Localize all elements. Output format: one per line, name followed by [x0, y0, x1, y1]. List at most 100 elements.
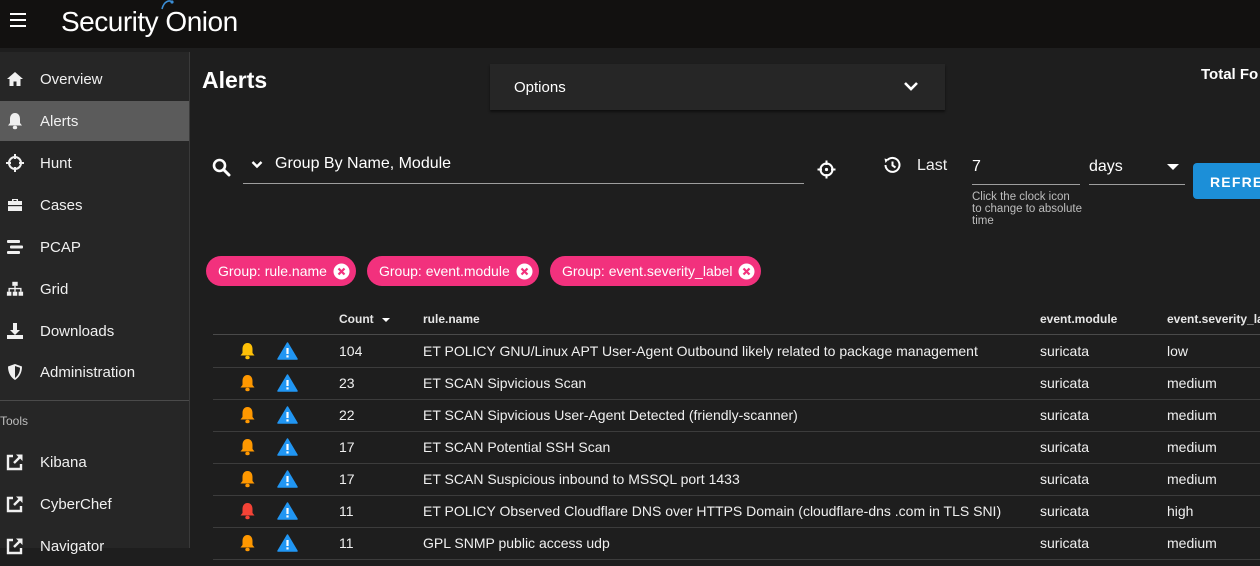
- sidebar-item-kibana[interactable]: Kibana: [0, 442, 189, 482]
- refresh-button[interactable]: REFRE: [1193, 163, 1260, 199]
- sidebar-item-label: Navigator: [40, 537, 105, 555]
- acknowledge-bell-icon[interactable]: [239, 470, 256, 488]
- last-label: Last: [917, 157, 948, 174]
- search-icon[interactable]: [212, 158, 231, 177]
- group-chip-rule-name[interactable]: Group: rule.name: [206, 256, 356, 286]
- rule-name-cell[interactable]: ET SCAN Suspicious inbound to MSSQL port…: [423, 471, 740, 487]
- event-module-cell[interactable]: suricata: [1040, 503, 1089, 519]
- rule-name-cell[interactable]: ET SCAN Sipvicious Scan: [423, 375, 586, 391]
- group-chip-event-module[interactable]: Group: event.module: [367, 256, 539, 286]
- acknowledge-bell-icon[interactable]: [239, 374, 256, 392]
- count-cell: 17: [339, 471, 355, 487]
- rule-name-cell[interactable]: ET SCAN Sipvicious User-Agent Detected (…: [423, 407, 798, 423]
- event-severity-cell[interactable]: high: [1167, 503, 1193, 519]
- table-row[interactable]: 11 ET POLICY Observed Cloudflare DNS over…: [213, 495, 1260, 528]
- chip-label: Group: event.module: [379, 263, 510, 279]
- event-severity-cell[interactable]: low: [1167, 343, 1188, 359]
- close-circle-icon[interactable]: [738, 263, 755, 280]
- column-header-event-severity[interactable]: event.severity_la: [1167, 312, 1260, 326]
- escalate-warning-icon[interactable]: [277, 342, 298, 360]
- sidebar-item-alerts[interactable]: Alerts: [0, 101, 189, 141]
- chevron-down-icon[interactable]: [251, 160, 263, 169]
- escalate-warning-icon[interactable]: [277, 470, 298, 488]
- sidebar-item-downloads[interactable]: Downloads: [0, 311, 189, 351]
- acknowledge-bell-icon[interactable]: [239, 502, 256, 520]
- sidebar-item-hunt[interactable]: Hunt: [0, 143, 189, 183]
- event-severity-cell[interactable]: medium: [1167, 407, 1217, 423]
- crosshairs-icon[interactable]: [817, 160, 836, 179]
- event-module-cell[interactable]: suricata: [1040, 439, 1089, 455]
- sidebar-item-cyberchef[interactable]: CyberChef: [0, 484, 189, 524]
- close-circle-icon[interactable]: [516, 263, 533, 280]
- crosshairs-icon: [6, 154, 24, 172]
- sidebar-item-label: Alerts: [40, 112, 79, 130]
- chevron-down-icon[interactable]: [903, 80, 919, 92]
- event-module-cell[interactable]: suricata: [1040, 535, 1089, 551]
- table-row[interactable]: 22 ET SCAN Sipvicious User-Agent Detected…: [213, 399, 1260, 432]
- event-module-cell[interactable]: suricata: [1040, 375, 1089, 391]
- duration-unit-value: days: [1089, 158, 1123, 175]
- menu-icon[interactable]: [10, 13, 26, 27]
- sidebar-item-cases[interactable]: Cases: [0, 185, 189, 225]
- count-cell: 11: [339, 535, 354, 551]
- count-cell: 11: [339, 503, 354, 519]
- group-chip-event-severity-label[interactable]: Group: event.severity_label: [550, 256, 762, 286]
- external-link-icon: [6, 495, 24, 513]
- sidebar-item-label: Downloads: [40, 322, 115, 340]
- table-row[interactable]: 17 ET SCAN Suspicious inbound to MSSQL po…: [213, 463, 1260, 496]
- column-header-count[interactable]: Count: [339, 312, 391, 326]
- event-severity-cell[interactable]: medium: [1167, 439, 1217, 455]
- table-row[interactable]: 17 ET SCAN Potential SSH Scan suricata medi…: [213, 431, 1260, 464]
- acknowledge-bell-icon[interactable]: [239, 438, 256, 456]
- event-severity-cell[interactable]: medium: [1167, 375, 1217, 391]
- query-input[interactable]: Group By Name, Module: [243, 147, 804, 184]
- count-cell: 17: [339, 439, 355, 455]
- acknowledge-bell-icon[interactable]: [239, 342, 256, 360]
- column-header-event-module[interactable]: event.module: [1040, 312, 1117, 326]
- event-severity-cell[interactable]: medium: [1167, 471, 1217, 487]
- escalate-warning-icon[interactable]: [277, 406, 298, 424]
- sidebar-item-overview[interactable]: Overview: [0, 59, 189, 99]
- sidebar-item-label: PCAP: [40, 238, 81, 256]
- duration-unit-select[interactable]: days: [1089, 148, 1185, 185]
- escalate-warning-icon[interactable]: [277, 502, 298, 520]
- sidebar-item-label: Cases: [40, 196, 83, 214]
- app-bar: Security Onion: [0, 0, 1260, 48]
- sidebar-item-administration[interactable]: Administration: [0, 352, 189, 392]
- column-header-rule-name[interactable]: rule.name: [423, 312, 480, 326]
- brand-logo[interactable]: Security Onion: [61, 0, 238, 39]
- event-module-cell[interactable]: suricata: [1040, 471, 1089, 487]
- table-row[interactable]: 23 ET SCAN Sipvicious Scan suricata medium: [213, 367, 1260, 400]
- event-module-cell[interactable]: suricata: [1040, 407, 1089, 423]
- event-module-cell[interactable]: suricata: [1040, 343, 1089, 359]
- history-icon[interactable]: [881, 156, 901, 174]
- acknowledge-bell-icon[interactable]: [239, 534, 256, 552]
- escalate-warning-icon[interactable]: [277, 374, 298, 392]
- escalate-warning-icon[interactable]: [277, 534, 298, 552]
- refresh-label: REFRE: [1210, 174, 1260, 190]
- rule-name-cell[interactable]: ET POLICY GNU/Linux APT User-Agent Outbo…: [423, 343, 978, 359]
- chip-label: Group: rule.name: [218, 263, 327, 279]
- table-row[interactable]: 104 ET POLICY GNU/Linux APT User-Agent Ou…: [213, 335, 1260, 368]
- sidebar-item-navigator[interactable]: Navigator: [0, 526, 189, 566]
- sidebar-item-label: Administration: [40, 363, 136, 381]
- event-severity-cell[interactable]: medium: [1167, 535, 1217, 551]
- sort-desc-icon[interactable]: [381, 316, 391, 324]
- sidebar-item-grid[interactable]: Grid: [0, 269, 189, 309]
- sidebar-item-label: Overview: [40, 70, 103, 88]
- sidebar-tools-header: Tools: [0, 414, 29, 428]
- sidebar-item-pcap[interactable]: PCAP: [0, 227, 189, 267]
- rule-name-cell[interactable]: GPL SNMP public access udp: [423, 535, 610, 551]
- rule-name-cell[interactable]: ET POLICY Observed Cloudflare DNS over H…: [423, 503, 1001, 519]
- sidebar-item-label: Grid: [40, 280, 69, 298]
- close-circle-icon[interactable]: [333, 263, 350, 280]
- sidebar: Overview Alerts Hunt Cases PCAP Grid Dow…: [0, 52, 190, 555]
- acknowledge-bell-icon[interactable]: [239, 406, 256, 424]
- table-row[interactable]: 11 GPL SNMP public access udp suricata medi…: [213, 527, 1260, 560]
- options-panel[interactable]: Options: [490, 64, 945, 110]
- home-icon: [6, 70, 24, 88]
- options-label: Options: [514, 79, 566, 96]
- rule-name-cell[interactable]: ET SCAN Potential SSH Scan: [423, 439, 610, 455]
- escalate-warning-icon[interactable]: [277, 438, 298, 456]
- duration-input[interactable]: 7: [972, 148, 1080, 185]
